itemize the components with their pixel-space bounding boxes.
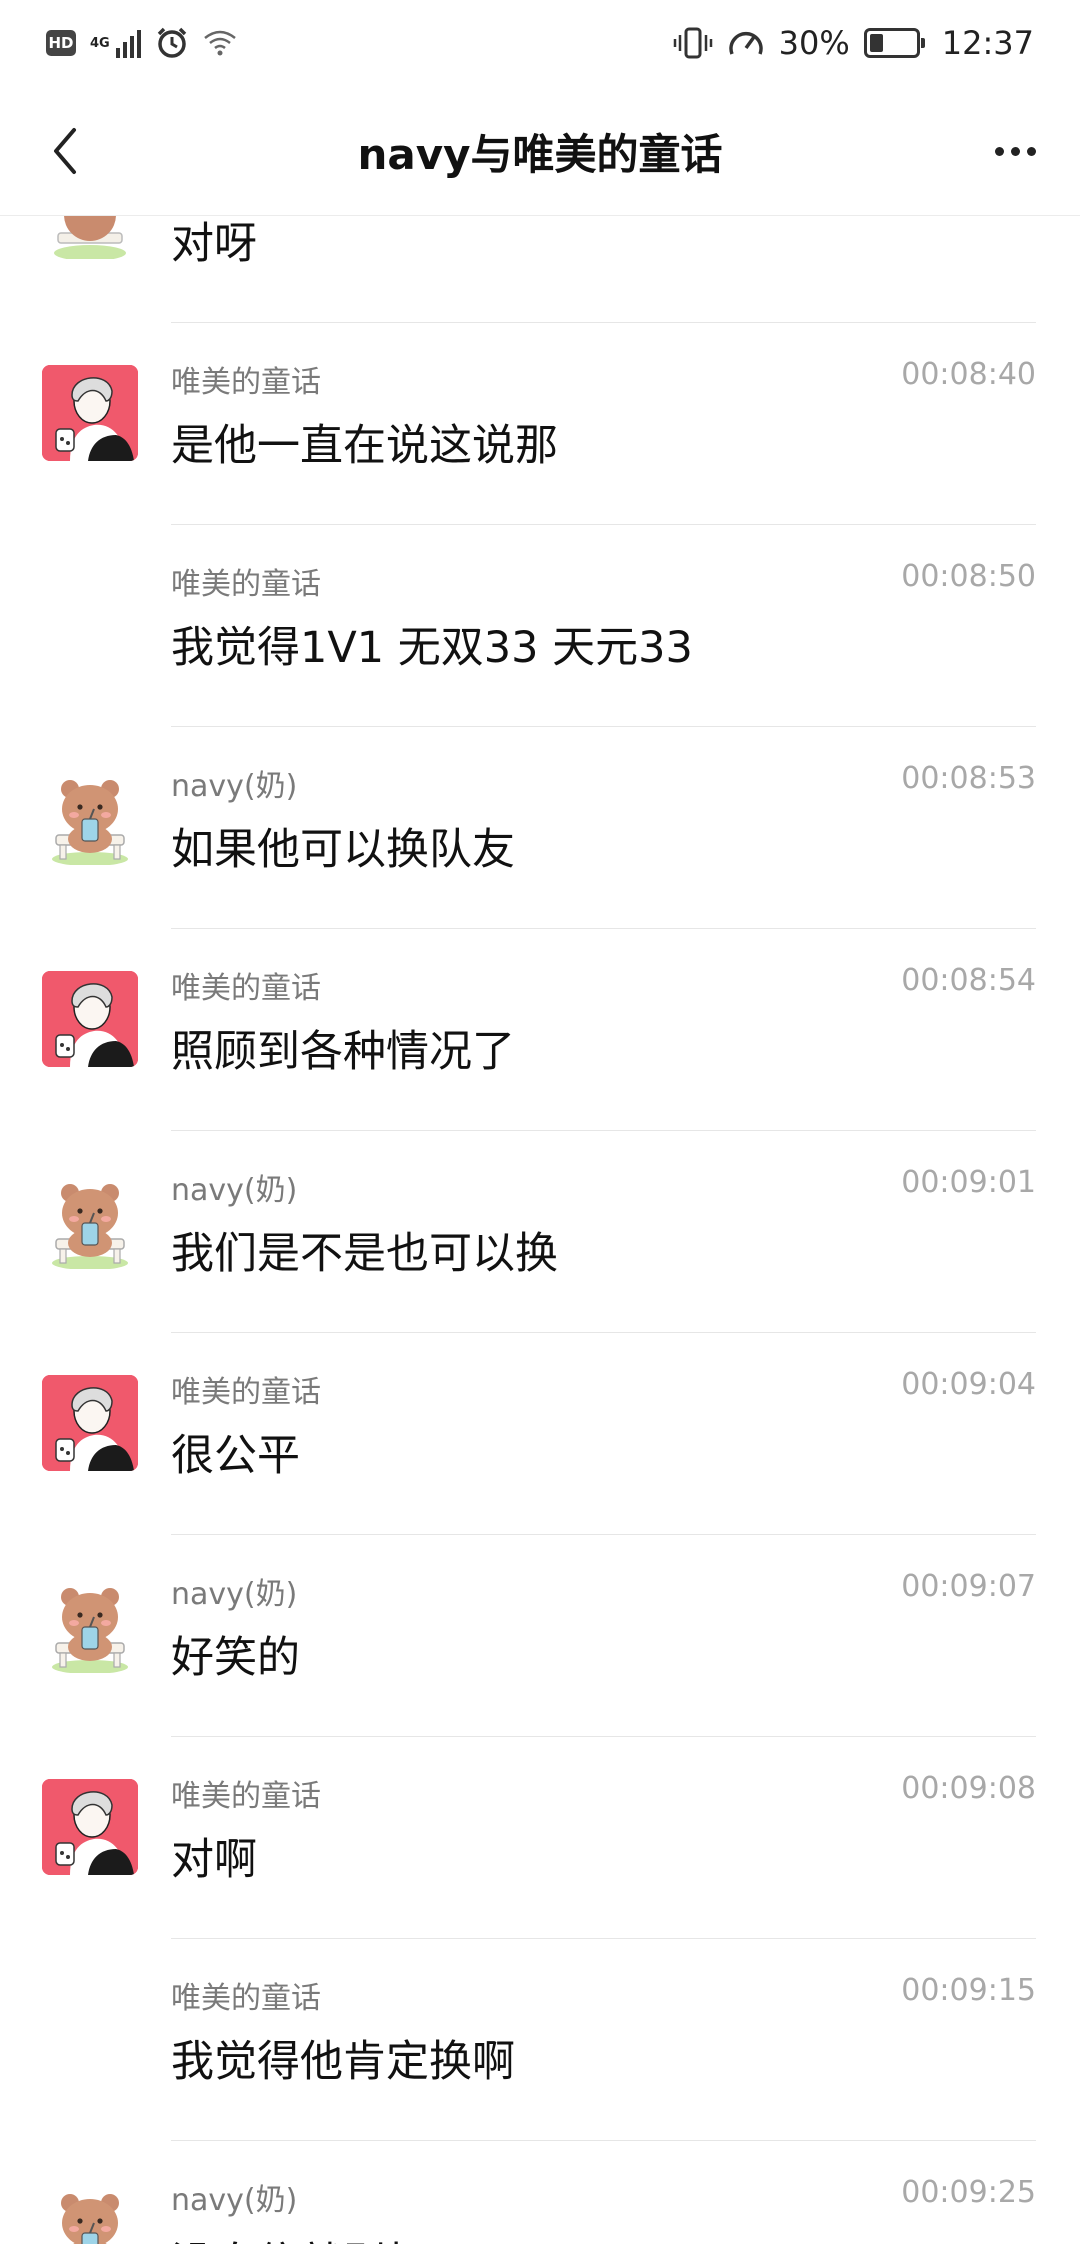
bear-avatar[interactable] bbox=[42, 1577, 138, 1673]
speed-icon bbox=[728, 31, 763, 55]
message-text: 我觉得1V1 无双33 天元33 bbox=[171, 623, 693, 673]
sender-name: 唯美的童话 bbox=[171, 1981, 321, 2016]
timestamp: 00:08:40 bbox=[901, 357, 1036, 392]
chevron-left-icon bbox=[54, 128, 76, 174]
message-text: 是他一直在说这说那 bbox=[171, 421, 558, 471]
hd-icon: HD bbox=[46, 30, 76, 56]
message-text: 对呀 bbox=[171, 219, 257, 269]
message-text: 照顾到各种情况了 bbox=[171, 1027, 515, 1077]
sender-name: 唯美的童话 bbox=[171, 567, 321, 602]
sender-name: 唯美的童话 bbox=[171, 1779, 321, 1814]
status-right: 30% 12:37 bbox=[673, 24, 1034, 62]
chat-header: navy与唯美的童话 bbox=[0, 86, 1080, 216]
list-item[interactable]: 对呀 bbox=[0, 216, 1080, 323]
girl-avatar[interactable] bbox=[42, 971, 138, 1067]
timestamp: 00:08:54 bbox=[901, 963, 1036, 998]
timestamp: 00:09:01 bbox=[901, 1165, 1036, 1200]
girl-avatar[interactable] bbox=[42, 1375, 138, 1471]
signal-icon: 4G bbox=[90, 28, 141, 58]
timestamp: 00:09:08 bbox=[901, 1771, 1036, 1806]
sender-name: navy(奶) bbox=[171, 1173, 298, 1208]
list-item[interactable]: navy(奶) 00:08:53 如果他可以换队友 bbox=[0, 727, 1080, 929]
sender-name: navy(奶) bbox=[171, 1577, 298, 1612]
list-item[interactable]: navy(奶) 00:09:25 没自信就别打 bbox=[0, 2141, 1080, 2244]
bear-avatar[interactable] bbox=[42, 769, 138, 865]
sender-name: 唯美的童话 bbox=[171, 971, 321, 1006]
page-title: navy与唯美的童话 bbox=[357, 129, 723, 179]
network-type: 4G bbox=[90, 35, 110, 51]
list-item[interactable]: 唯美的童话 00:08:40 是他一直在说这说那 bbox=[0, 323, 1080, 525]
status-left: HD 4G bbox=[46, 26, 237, 60]
back-button[interactable] bbox=[30, 116, 100, 186]
battery-percent: 30% bbox=[778, 24, 850, 62]
message-text: 没自信就别打 bbox=[171, 2229, 429, 2244]
list-item[interactable]: 唯美的童话 00:08:50 我觉得1V1 无双33 天元33 bbox=[0, 525, 1080, 727]
timestamp: 00:09:15 bbox=[901, 1973, 1036, 2008]
girl-avatar[interactable] bbox=[42, 365, 138, 461]
timestamp: 00:08:53 bbox=[901, 761, 1036, 796]
message-list[interactable]: 对呀 唯美的童话 00:08:40 是他一直在说这说那 唯美的童话 00:08:50 我觉… bbox=[0, 216, 1080, 2244]
sender-name: 唯美的童话 bbox=[171, 365, 321, 400]
list-item[interactable]: navy(奶) 00:09:07 好笑的 bbox=[0, 1535, 1080, 1737]
sender-name: 唯美的童话 bbox=[171, 1375, 321, 1410]
timestamp: 00:08:50 bbox=[901, 559, 1036, 594]
girl-avatar[interactable] bbox=[42, 1779, 138, 1875]
status-bar: HD 4G 30% 12:37 bbox=[0, 0, 1080, 86]
more-options-button[interactable] bbox=[980, 116, 1050, 186]
vibrate-icon bbox=[673, 27, 712, 59]
bear-avatar[interactable] bbox=[42, 216, 138, 259]
battery-icon bbox=[863, 28, 925, 58]
wifi-icon bbox=[203, 30, 236, 56]
message-text: 对啊 bbox=[171, 1835, 257, 1885]
message-text: 很公平 bbox=[171, 1431, 300, 1481]
message-text: 我觉得他肯定换啊 bbox=[171, 2037, 515, 2087]
timestamp: 00:09:04 bbox=[901, 1367, 1036, 1402]
timestamp: 00:09:25 bbox=[901, 2175, 1036, 2210]
timestamp: 00:09:07 bbox=[901, 1569, 1036, 1604]
list-item[interactable]: 唯美的童话 00:08:54 照顾到各种情况了 bbox=[0, 929, 1080, 1131]
clock: 12:37 bbox=[941, 24, 1034, 62]
alarm-icon bbox=[157, 27, 186, 58]
dot-icon bbox=[1010, 146, 1020, 156]
list-item[interactable]: 唯美的童话 00:09:15 我觉得他肯定换啊 bbox=[0, 1939, 1080, 2141]
sender-name: navy(奶) bbox=[171, 2183, 298, 2218]
sender-name: navy(奶) bbox=[171, 769, 298, 804]
list-item[interactable]: 唯美的童话 00:09:08 对啊 bbox=[0, 1737, 1080, 1939]
dot-icon bbox=[1026, 146, 1036, 156]
dot-icon bbox=[994, 146, 1004, 156]
list-item[interactable]: 唯美的童话 00:09:04 很公平 bbox=[0, 1333, 1080, 1535]
message-text: 好笑的 bbox=[171, 1633, 300, 1683]
list-item[interactable]: navy(奶) 00:09:01 我们是不是也可以换 bbox=[0, 1131, 1080, 1333]
bear-avatar[interactable] bbox=[42, 2183, 138, 2244]
bear-avatar[interactable] bbox=[42, 1173, 138, 1269]
message-text: 我们是不是也可以换 bbox=[171, 1229, 558, 1279]
message-text: 如果他可以换队友 bbox=[171, 825, 515, 875]
